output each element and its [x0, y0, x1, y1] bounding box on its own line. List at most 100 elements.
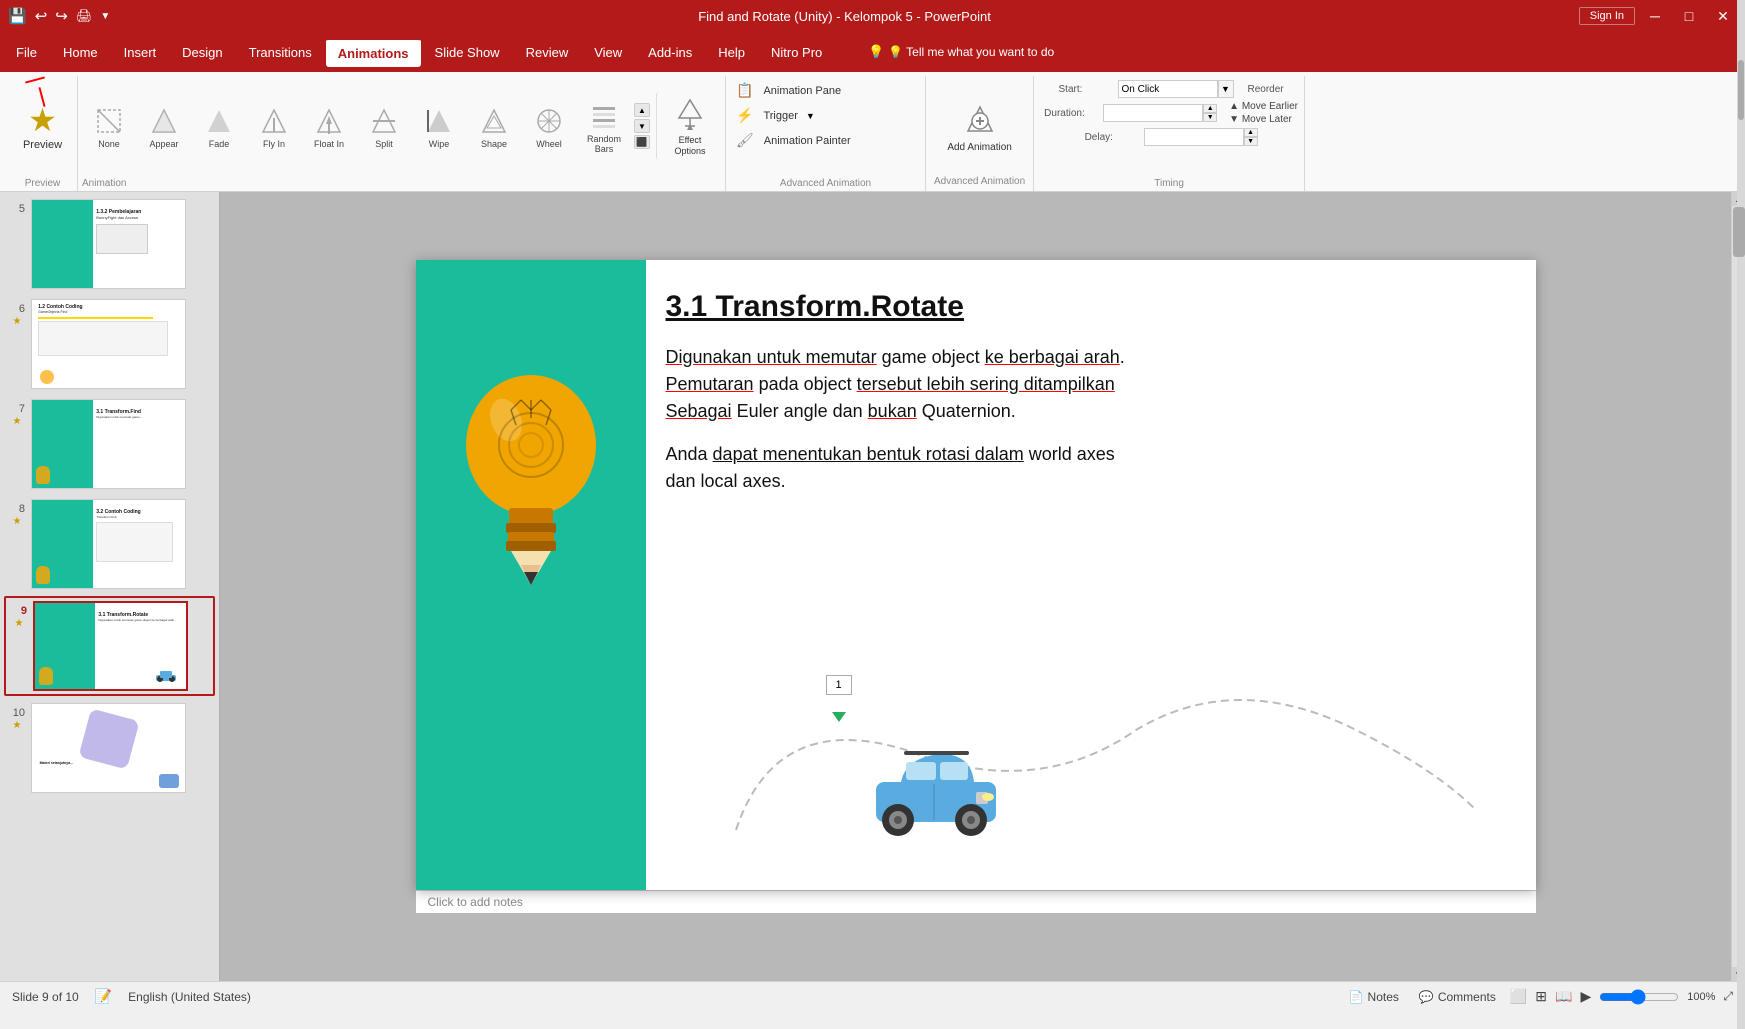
- trigger-button[interactable]: ⚡ Trigger ▼: [732, 105, 819, 126]
- anim-randombars-label: Random Bars: [581, 134, 627, 154]
- duration-down[interactable]: ▼: [1203, 113, 1217, 122]
- slide-star-5: [16, 216, 19, 227]
- effect-options-label: Effect Options: [665, 135, 715, 157]
- anim-flyin[interactable]: Fly In: [247, 99, 301, 153]
- view-slideshow[interactable]: ▶: [1580, 988, 1591, 1005]
- undo-icon[interactable]: ↩: [35, 7, 48, 25]
- minimize-button[interactable]: ─: [1641, 5, 1669, 27]
- slide-star-6: ★: [13, 316, 22, 327]
- preview-button[interactable]: ★ Preview: [17, 95, 68, 157]
- anim-fade[interactable]: Fade: [192, 99, 246, 153]
- menu-slideshow[interactable]: Slide Show: [423, 39, 512, 66]
- anim-none[interactable]: None: [82, 99, 136, 153]
- slide-star-8: ★: [13, 516, 22, 527]
- menu-animations[interactable]: Animations: [326, 38, 421, 67]
- animation-indicator: [832, 712, 846, 722]
- menu-design[interactable]: Design: [170, 39, 234, 66]
- start-input[interactable]: [1118, 80, 1218, 98]
- spell-check-icon[interactable]: 📝: [95, 988, 112, 1005]
- menu-review[interactable]: Review: [514, 39, 581, 66]
- notes-button[interactable]: 📄 Notes: [1343, 988, 1405, 1006]
- anim-shape[interactable]: Shape: [467, 99, 521, 153]
- zoom-level: 100%: [1687, 991, 1715, 1003]
- quick-access-toolbar[interactable]: 💾 ↩ ↪ 🖨 ▼: [8, 7, 110, 25]
- menu-home[interactable]: Home: [51, 39, 110, 66]
- anim-wheel[interactable]: Wheel: [522, 99, 576, 153]
- click-to-add-notes[interactable]: Click to add notes: [416, 890, 1536, 913]
- notes-icon: 📄: [1349, 990, 1364, 1004]
- menu-tellme[interactable]: 💡 💡 Tell me what you want to do: [856, 38, 1066, 66]
- animation-painter-button[interactable]: 🖌 Animation Painter: [732, 130, 855, 151]
- anim-split-label: Split: [375, 139, 393, 149]
- anim-scroll-more[interactable]: ⬛: [634, 135, 650, 149]
- maximize-button[interactable]: □: [1675, 5, 1703, 27]
- anim-floatin[interactable]: Float In: [302, 99, 356, 153]
- add-animation-icon: [962, 103, 998, 142]
- animation-painter-label: Animation Painter: [764, 135, 851, 147]
- menu-addins[interactable]: Add-ins: [636, 39, 704, 66]
- add-animation-button[interactable]: Add Animation: [943, 80, 1016, 176]
- menu-insert[interactable]: Insert: [112, 39, 169, 66]
- comments-button[interactable]: 💬 Comments: [1413, 988, 1502, 1006]
- slide-thumb-9[interactable]: 9 ★ 3.1 Transform.Rotate Digunakan untuk…: [4, 596, 215, 696]
- slide-body: Digunakan untuk memutar game object ke b…: [666, 344, 1516, 495]
- slide-thumb-7[interactable]: 7 ★ 3.1 Transform.Find Digunakan untuk m…: [4, 396, 215, 492]
- menu-nitropro[interactable]: Nitro Pro: [759, 39, 834, 66]
- comments-icon: 💬: [1419, 990, 1434, 1004]
- animation-pane-button[interactable]: 📋 Animation Pane: [732, 80, 845, 101]
- view-normal[interactable]: ⬜: [1510, 988, 1527, 1005]
- print-icon[interactable]: 🖨: [76, 8, 93, 24]
- duration-input[interactable]: [1103, 104, 1203, 122]
- save-icon[interactable]: 💾: [8, 7, 27, 25]
- anim-none-label: None: [98, 139, 120, 149]
- slide-num-5: 5: [9, 201, 25, 215]
- anim-randombars[interactable]: Random Bars: [577, 94, 631, 158]
- anim-wipe[interactable]: Wipe: [412, 99, 466, 153]
- fit-slide[interactable]: ⤢: [1723, 989, 1733, 1004]
- anim-scroll-up[interactable]: ▲: [634, 103, 650, 117]
- slide-star-9: ★: [15, 618, 24, 629]
- delay-input[interactable]: [1144, 128, 1244, 146]
- anim-scroll-down[interactable]: ▼: [634, 119, 650, 133]
- sign-in-button[interactable]: Sign In: [1579, 7, 1635, 25]
- view-slide-sorter[interactable]: ⊞: [1535, 988, 1547, 1005]
- menu-file[interactable]: File: [4, 39, 49, 66]
- dropdown-icon[interactable]: ▼: [100, 11, 110, 22]
- menu-help[interactable]: Help: [706, 39, 757, 66]
- anim-appear[interactable]: Appear: [137, 99, 191, 153]
- preview-label: Preview: [23, 139, 62, 151]
- anim-split[interactable]: Split: [357, 99, 411, 153]
- slide-thumb-6[interactable]: 6 ★ 1.2 Contoh Coding GameObjects Find: [4, 296, 215, 392]
- slide-star-7: ★: [13, 416, 22, 427]
- car-illustration: [866, 742, 1006, 840]
- duration-up[interactable]: ▲: [1203, 104, 1217, 113]
- menu-transitions[interactable]: Transitions: [237, 39, 324, 66]
- slide-thumb-10[interactable]: 10 ★ Materi selanjutnya...: [4, 700, 215, 796]
- zoom-slider[interactable]: [1599, 989, 1679, 1005]
- language: English (United States): [128, 990, 251, 1004]
- slide-num-6: 6: [9, 301, 25, 315]
- slide-thumb-8[interactable]: 8 ★ 3.2 Contoh Coding Transform.Find: [4, 496, 215, 592]
- reorder-label: Reorder: [1248, 84, 1284, 95]
- view-reading[interactable]: 📖: [1555, 988, 1572, 1005]
- move-earlier-button[interactable]: ▲ Move Earlier: [1229, 101, 1298, 112]
- slide-num-10: 10: [9, 705, 25, 719]
- delay-label: Delay:: [1085, 132, 1140, 143]
- delay-up[interactable]: ▲: [1244, 128, 1258, 137]
- slide-thumb-5[interactable]: 5 1.3.2 Pembelajaran BunnyFight dan Acce…: [4, 196, 215, 292]
- redo-icon[interactable]: ↪: [55, 7, 68, 25]
- animation-pane-icon: 📋: [736, 82, 753, 99]
- menu-view[interactable]: View: [582, 39, 634, 66]
- delay-down[interactable]: ▼: [1244, 137, 1258, 146]
- anim-wheel-label: Wheel: [536, 139, 562, 149]
- animation-pane-label: Animation Pane: [763, 85, 841, 97]
- animation-number: 1: [826, 675, 852, 695]
- close-button[interactable]: ✕: [1709, 5, 1737, 27]
- slide-star-10: ★: [13, 720, 22, 731]
- effect-options-button[interactable]: Effect Options: [656, 92, 721, 161]
- move-later-button[interactable]: ▼ Move Later: [1229, 114, 1298, 125]
- start-label: Start:: [1059, 84, 1114, 95]
- anim-fade-label: Fade: [209, 139, 230, 149]
- start-dropdown[interactable]: ▼: [1218, 80, 1234, 98]
- window-title: Find and Rotate (Unity) - Kelompok 5 - P…: [110, 9, 1578, 24]
